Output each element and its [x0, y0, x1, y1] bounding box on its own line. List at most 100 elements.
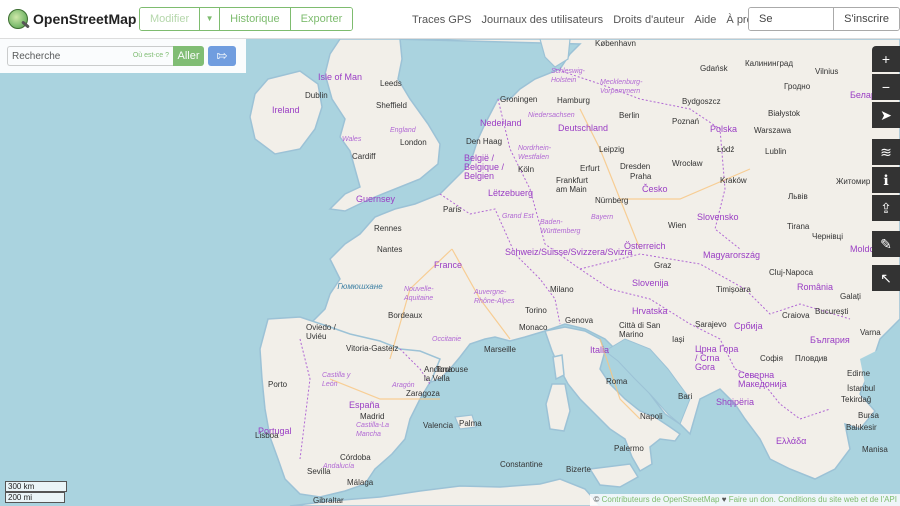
map-canvas[interactable]: Ireland Nederland België / Belgique / Be…	[0, 39, 900, 506]
city-label-galati: Galați	[840, 292, 861, 301]
city-label-cardiff: Cardiff	[352, 152, 376, 161]
city-label-varna: Varna	[860, 328, 881, 337]
city-label-paris: Paris	[443, 205, 462, 214]
export-button[interactable]: Exporter	[290, 8, 353, 30]
city-label-kobenhavn: København	[595, 39, 636, 48]
country-label-belgium: België / Belgique / Belgien	[464, 153, 505, 181]
city-label-bydgoszcz: Bydgoszcz	[682, 97, 721, 106]
share-icon[interactable]: ⇪	[872, 195, 900, 221]
country-label-serbia: Србија	[734, 321, 763, 331]
note-icon[interactable]: ✎	[872, 231, 900, 257]
top-navbar: OpenStreetMap Modifier ▼ Historique Expo…	[0, 0, 900, 39]
city-label-andorra: Andorra la Vella	[424, 365, 453, 383]
region-label-grand-est: Grand Est	[502, 213, 534, 220]
copyright-symbol: ©	[593, 495, 600, 504]
country-label-montenegro: Црна Гора / Crna Gora	[695, 344, 739, 372]
city-label-malaga: Málaga	[347, 478, 374, 487]
locate-icon[interactable]: ➤	[872, 102, 900, 128]
region-label-mecklenburg: Mecklenburg-Vorpommern	[600, 79, 643, 95]
nav-gps-traces[interactable]: Traces GPS	[412, 14, 472, 26]
scale-metric: 300 km	[5, 481, 67, 492]
where-is-this-link[interactable]: Où est-ce ?	[133, 52, 169, 59]
city-label-praha: Praha	[630, 172, 652, 181]
city-label-sofia: Софія	[760, 354, 783, 363]
city-label-leipzig: Leipzig	[599, 145, 625, 154]
city-label-lisboa: Lisboa	[255, 431, 279, 440]
country-label-netherlands: Nederland	[480, 118, 522, 128]
brand-name: OpenStreetMap	[33, 11, 137, 27]
contributors-link[interactable]: Contributeurs de OpenStreetMap	[602, 495, 720, 504]
login-button[interactable]: Se connecter	[749, 8, 835, 30]
city-label-zhytomyr: Житомир	[836, 177, 871, 186]
region-label-castilla-la-mancha: Castilla-La Mancha	[356, 422, 390, 438]
city-label-nantes: Nantes	[377, 245, 403, 254]
zoom-in-icon[interactable]: +	[872, 46, 900, 72]
country-label-bulgaria: България	[810, 335, 850, 345]
terms-link[interactable]: Conditions du site web et de l'API	[778, 495, 897, 504]
city-label-vilnius: Vilnius	[815, 67, 839, 76]
nav-copyright[interactable]: Droits d'auteur	[613, 14, 684, 26]
city-label-manisa: Manisa	[862, 445, 888, 454]
signup-button[interactable]: S'inscrire	[834, 8, 899, 30]
query-icon[interactable]: ↖	[872, 265, 900, 291]
city-label-genova: Genova	[565, 316, 594, 325]
country-label-france: France	[434, 260, 463, 270]
city-label-tekirdag: Tekirdağ	[841, 395, 872, 404]
city-label-rennes: Rennes	[374, 224, 402, 233]
sea-label-bay-of-biscay: Гюмюшхане	[337, 282, 383, 291]
city-label-leeds: Leeds	[380, 79, 402, 88]
city-label-lutsk: Tirana	[787, 222, 810, 231]
city-label-porto: Porto	[268, 380, 288, 389]
city-label-timisoara: Timișoara	[716, 285, 751, 294]
history-button[interactable]: Historique	[220, 8, 291, 30]
city-label-torino: Torino	[525, 306, 547, 315]
city-label-istanbul: İstanbul	[847, 384, 876, 393]
city-label-chernivtsi: Чернівці	[812, 232, 844, 241]
country-label-albania: Shqipëria	[716, 397, 755, 407]
edit-button[interactable]: Modifier	[140, 8, 201, 30]
city-label-madrid: Madrid	[360, 412, 385, 421]
brand-logo[interactable]: OpenStreetMap	[8, 9, 136, 29]
city-label-bordeaux: Bordeaux	[388, 311, 423, 320]
city-label-wroclaw: Wrocław	[672, 159, 703, 168]
city-label-groningen: Groningen	[500, 95, 538, 104]
city-label-bucuresti: București	[815, 307, 849, 316]
region-label-occitanie: Occitanie	[432, 336, 462, 343]
city-label-oviedo: Oviedo / Uviéu	[306, 323, 336, 341]
map-tiles	[0, 39, 900, 506]
search-field[interactable]: Recherche Où est-ce ?	[7, 46, 173, 66]
chevron-down-icon[interactable]: ▼	[200, 8, 221, 30]
region-label-schleswig-holstein: Schleswig-Holstein	[551, 68, 585, 84]
attribution-bar: © Contributeurs de OpenStreetMap ♥ Faire…	[590, 494, 900, 506]
city-label-balikesir: Balıkesir	[846, 423, 877, 432]
directions-icon[interactable]: ⇰	[208, 46, 236, 66]
country-label-slovakia: Slovensko	[697, 212, 739, 222]
city-label-berlin: Berlin	[619, 111, 640, 120]
donate-link[interactable]: Faire un don.	[729, 495, 776, 504]
info-icon[interactable]: ℹ	[872, 167, 900, 193]
region-label-guernsey: Guernsey	[356, 194, 396, 204]
edit-button-group: Modifier ▼ Historique Exporter	[139, 7, 354, 31]
nav-user-diaries[interactable]: Journaux des utilisateurs	[482, 14, 604, 26]
region-label-castilla-y-leon: Castilla y León	[322, 372, 351, 388]
country-label-switzerland: Schweiz/Suisse/Svizzera/Svizra	[505, 247, 633, 257]
go-button[interactable]: Aller	[173, 46, 204, 66]
layers-icon[interactable]: ≋	[872, 139, 900, 165]
city-label-vitoria-gasteiz: Vitoria-Gasteiz	[346, 344, 399, 353]
country-label-spain: España	[349, 400, 380, 410]
search-input[interactable]: Recherche	[8, 47, 128, 67]
city-label-london: London	[400, 138, 427, 147]
nav-help[interactable]: Aide	[694, 14, 716, 26]
city-label-graz: Graz	[654, 261, 672, 270]
city-label-dublin: Dublin	[305, 91, 328, 100]
city-label-lodz: Łódź	[717, 145, 735, 154]
country-label-germany: Deutschland	[558, 123, 609, 133]
city-label-edirne: Edirne	[847, 369, 871, 378]
city-label-cluj-napoca: Cluj-Napoca	[769, 268, 814, 277]
city-label-lublin: Lublin	[765, 147, 787, 156]
city-label-warszawa: Warszawa	[754, 126, 792, 135]
country-label-croatia: Hrvatska	[632, 306, 668, 316]
zoom-out-icon[interactable]: −	[872, 74, 900, 100]
city-label-craiova: Craiova	[782, 311, 810, 320]
city-label-nurnberg: Nürnberg	[595, 196, 629, 205]
